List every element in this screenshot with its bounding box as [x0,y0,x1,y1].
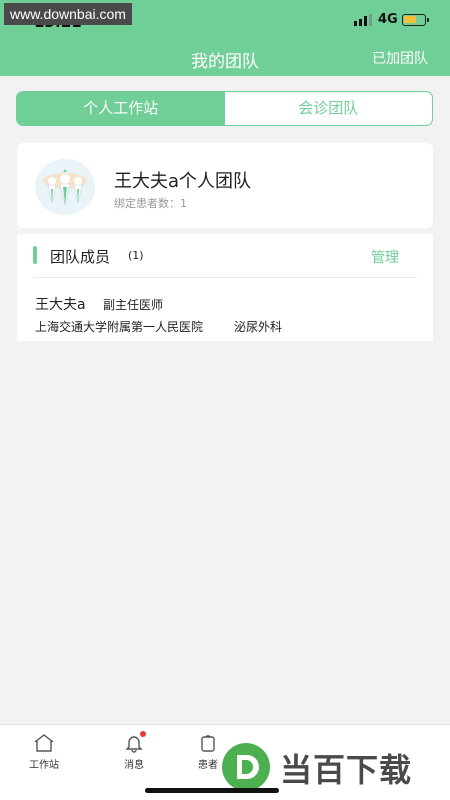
joined-teams-button[interactable]: 已加团队 [372,48,428,68]
signal-icon [354,14,372,26]
nav-label-workstation: 工作站 [29,760,59,771]
home-icon [34,734,54,752]
member-department: 泌尿外科 [234,320,283,334]
brand-logo-icon [222,743,270,791]
team-card[interactable]: 王大夫a个人团队 绑定患者数：1 [17,143,433,228]
nav-item-workstation[interactable]: 工作站 [14,733,74,771]
home-indicator [145,788,279,793]
patient-icon [201,735,215,752]
divider [33,277,417,278]
members-title: 团队成员 [50,248,111,266]
nav-item-messages[interactable]: 消息 [104,731,164,771]
patients-label: 绑定患者数： [114,197,180,210]
brand-watermark-text: 当百下载 [280,751,413,789]
team-logo-icon [35,159,95,215]
team-members-card: 团队成员 (1) 管理 王大夫a 副主任医师 上海交通大学附属第一人民医院 泌尿… [17,234,433,341]
site-watermark: www.downbai.com [4,3,132,25]
tab-switcher: 个人工作站 会诊团队 [16,91,433,126]
manage-button[interactable]: 管理 [371,247,399,267]
bound-patients-count: 绑定患者数：1 [114,195,187,211]
section-accent-bar [33,246,37,264]
tab-consultation-team[interactable]: 会诊团队 [225,92,433,125]
tab-personal-workstation[interactable]: 个人工作站 [17,92,225,125]
app-header: 13:21 4G www.downbai.com 我的团队 已加团队 [0,0,450,76]
team-name: 王大夫a个人团队 [114,171,252,192]
battery-icon [402,14,429,26]
patients-count: 1 [180,197,187,210]
network-type: 4G [378,12,398,27]
member-name: 王大夫a [35,297,86,313]
member-title: 副主任医师 [103,298,164,312]
member-hospital: 上海交通大学附属第一人民医院 [35,320,204,334]
unread-badge [140,731,146,737]
members-count: (1) [128,249,144,262]
nav-label-messages: 消息 [124,760,144,771]
